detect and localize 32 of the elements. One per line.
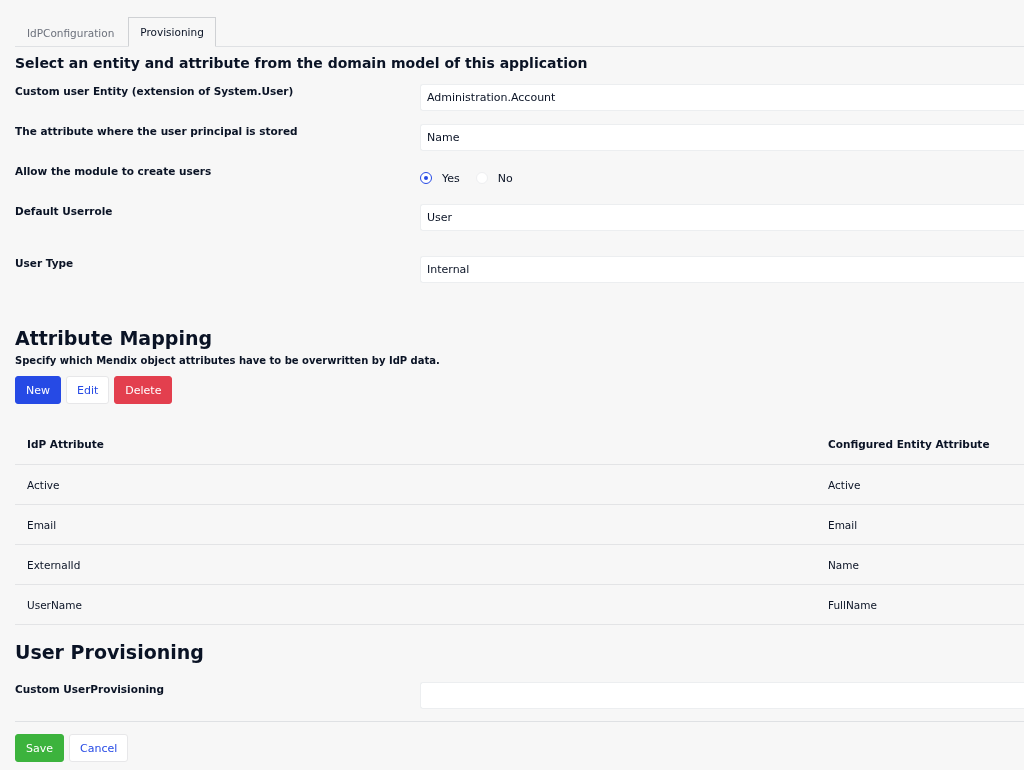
table-cell: UserName bbox=[15, 584, 816, 625]
action-button[interactable]: New bbox=[15, 376, 61, 404]
section-heading: Attribute Mapping bbox=[15, 327, 214, 349]
table-cell: Email bbox=[816, 504, 1024, 545]
field-label: Custom user Entity (extension of System.User) bbox=[15, 84, 295, 97]
table-cell: FullName bbox=[816, 584, 1024, 625]
table-cell: Active bbox=[15, 464, 816, 505]
section-title: Select an entity and attribute from the domain model of this application bbox=[15, 55, 589, 71]
text-field[interactable]: Administration.Account bbox=[420, 83, 1024, 111]
table-cell: Active bbox=[816, 464, 1024, 505]
action-button[interactable]: Cancel bbox=[69, 734, 129, 762]
tab[interactable]: Provisioning bbox=[128, 17, 216, 47]
radio-option[interactable]: Yes bbox=[420, 171, 460, 185]
text-field[interactable]: Internal bbox=[420, 255, 1024, 283]
section-heading: User Provisioning bbox=[15, 641, 205, 663]
table-cell: ExternalId bbox=[15, 544, 816, 585]
tab[interactable]: IdPConfiguration bbox=[15, 17, 127, 47]
field-label: Allow the module to create users bbox=[15, 164, 213, 177]
column-header: IdP Attribute bbox=[15, 424, 816, 465]
radio-option[interactable]: No bbox=[475, 171, 513, 185]
column-header: Configured Entity Attribute bbox=[816, 424, 1024, 465]
text-field[interactable]: Name bbox=[420, 123, 1024, 151]
action-button[interactable]: Edit bbox=[66, 376, 110, 404]
table-cell: Name bbox=[816, 544, 1024, 585]
field-label: Custom UserProvisioning bbox=[15, 682, 165, 695]
text-field[interactable]: User bbox=[420, 203, 1024, 231]
section-description: Specify which Mendix object attributes have to be overwritten by IdP data. bbox=[15, 355, 441, 366]
field-label: The attribute where the user principal is stored bbox=[15, 124, 299, 137]
field-label: Default Userrole bbox=[15, 204, 114, 217]
action-button[interactable]: Delete bbox=[114, 376, 173, 404]
table-cell: Email bbox=[15, 504, 816, 545]
field-label: User Type bbox=[15, 256, 75, 269]
